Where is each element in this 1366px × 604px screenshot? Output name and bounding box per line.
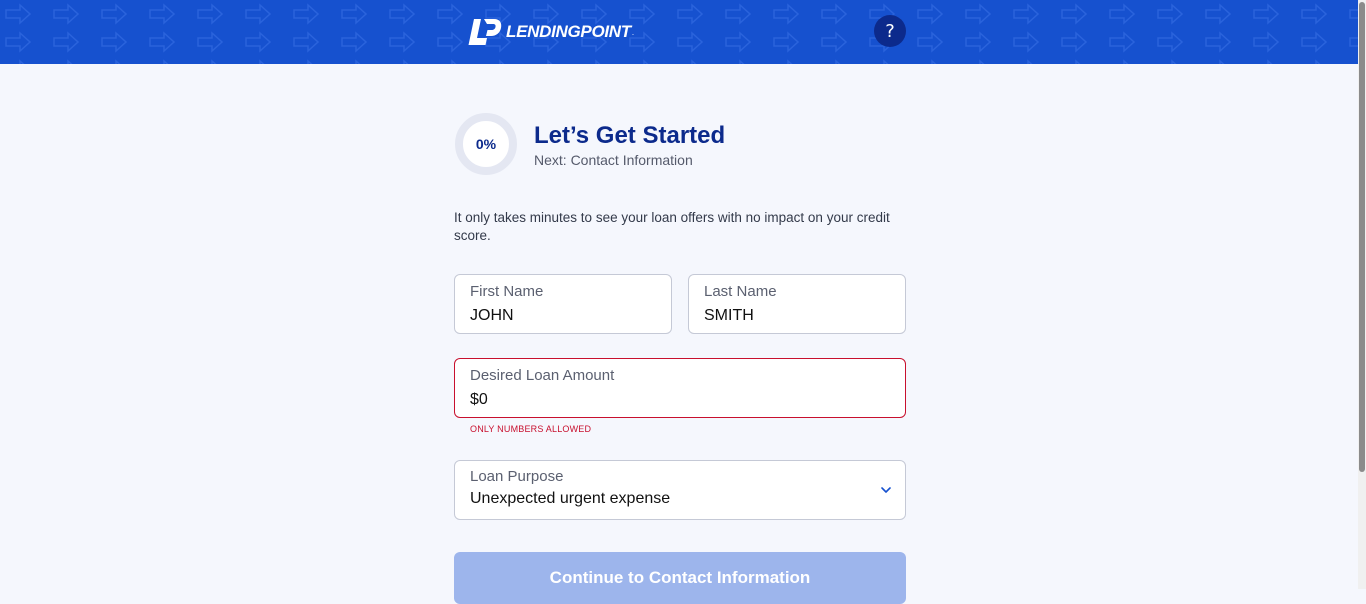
loan-purpose-value[interactable]: Unexpected urgent expense [470,490,670,508]
first-name-field[interactable]: First Name JOHN [454,274,672,334]
progress-indicator: 0% [454,112,518,176]
progress-value: 0% [475,136,497,152]
last-name-input[interactable]: SMITH [704,307,754,325]
loan-amount-label: Desired Loan Amount [470,367,615,384]
loan-amount-error: ONLY NUMBERS ALLOWED [470,424,592,434]
chevron-down-icon[interactable] [879,483,893,497]
page-title: Let’s Get Started [534,122,726,149]
loan-purpose-select[interactable]: Loan Purpose Unexpected urgent expense [454,460,906,520]
intro-text: It only takes minutes to see your loan o… [454,210,890,243]
first-name-label: First Name [470,283,544,300]
continue-button[interactable]: Continue to Contact Information [454,552,906,604]
loan-amount-input[interactable]: $0 [470,391,488,409]
last-name-label: Last Name [704,283,777,300]
page-subtitle: Next: Contact Information [534,152,693,168]
header-arrow-pattern [0,0,1358,64]
scrollbar-thumb[interactable] [1359,2,1365,472]
brand-logo[interactable]: LENDINGPOINT . [468,17,634,47]
question-mark-icon: ? [885,20,895,42]
first-name-input[interactable]: JOHN [470,307,514,325]
lendingpoint-logo-icon [468,19,502,45]
help-button[interactable]: ? [874,15,906,47]
page-scrollbar[interactable] [1358,0,1366,589]
site-header: LENDINGPOINT . ? [0,0,1358,64]
loan-amount-field[interactable]: Desired Loan Amount $0 [454,358,906,418]
last-name-field[interactable]: Last Name SMITH [688,274,906,334]
brand-name: LENDINGPOINT [506,22,631,41]
brand-mark: . [631,27,635,37]
loan-purpose-label: Loan Purpose [470,468,564,485]
